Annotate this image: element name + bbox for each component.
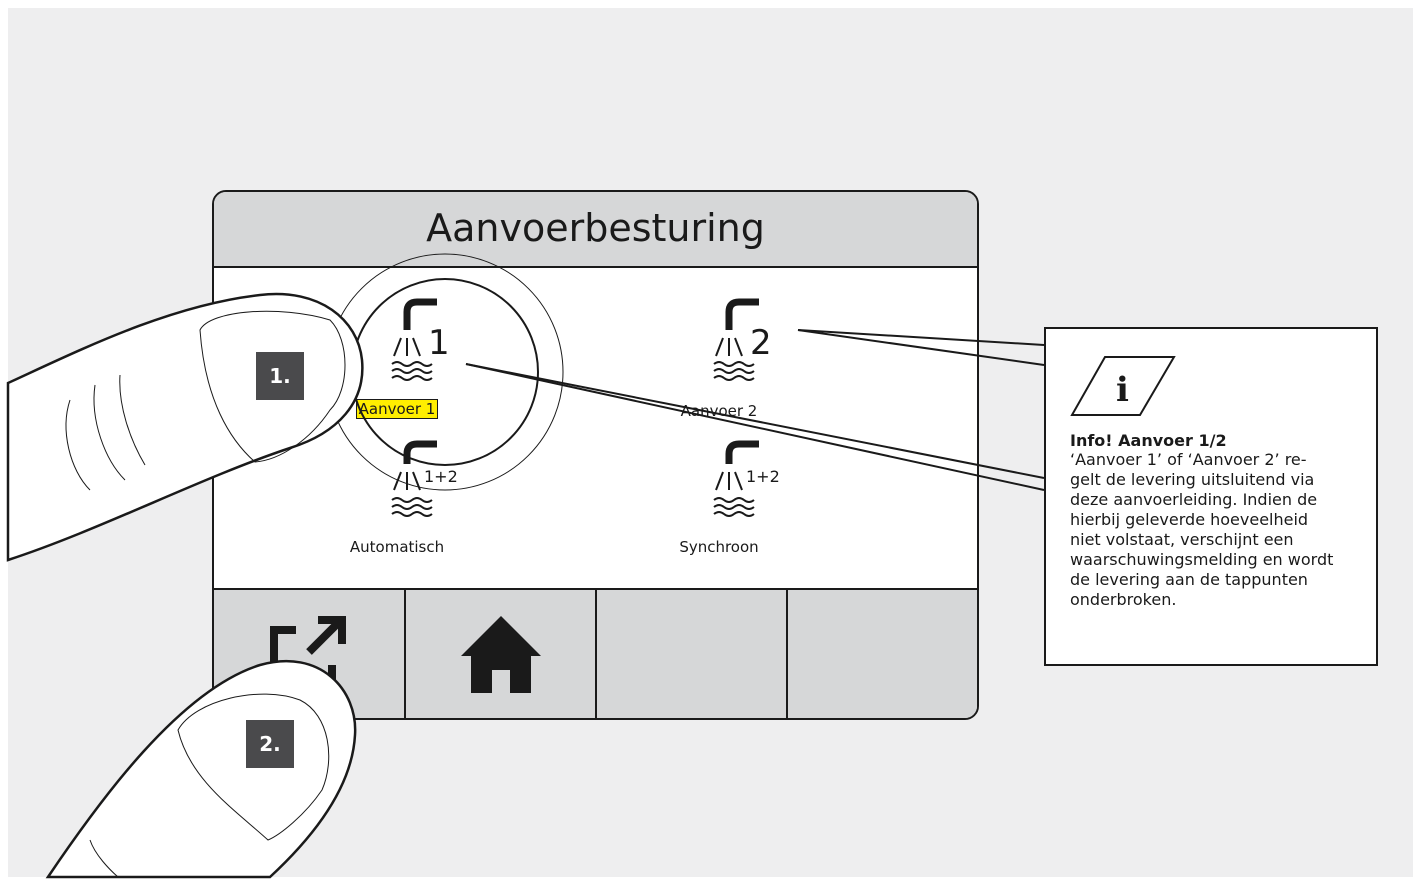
info-line: de levering aan de tappunten <box>1070 570 1308 589</box>
info-heading: Info! Aanvoer 1/2 <box>1070 431 1227 450</box>
step-2-badge: 2. <box>246 720 294 768</box>
info-line: onderbroken. <box>1070 590 1177 609</box>
info-icon: i <box>1070 356 1176 416</box>
manual-illustration: Aanvoerbesturing 1 Aanvoer 1 2 Aanvoer 2… <box>0 0 1421 885</box>
info-line: gelt de levering uitsluitend via <box>1070 470 1315 489</box>
finger-pointer-2 <box>45 659 357 879</box>
info-line: waarschuwingsmelding en wordt <box>1070 550 1334 569</box>
info-line: niet volstaat, verschijnt een <box>1070 530 1294 549</box>
info-callout: i Info! Aanvoer 1/2 ‘Aanvoer 1’ of ‘Aanv… <box>1044 327 1378 666</box>
finger-pointer-1 <box>6 292 364 562</box>
callout-lines <box>465 329 1045 491</box>
info-body: ‘Aanvoer 1’ of ‘Aanvoer 2’ re- gelt de l… <box>1070 450 1370 610</box>
info-line: hierbij geleverde hoeveelheid <box>1070 510 1309 529</box>
info-line: ‘Aanvoer 1’ of ‘Aanvoer 2’ re- <box>1070 450 1307 469</box>
info-glyph: i <box>1116 370 1129 410</box>
step-1-badge: 1. <box>256 352 304 400</box>
info-line: deze aanvoerleiding. Indien de <box>1070 490 1318 509</box>
